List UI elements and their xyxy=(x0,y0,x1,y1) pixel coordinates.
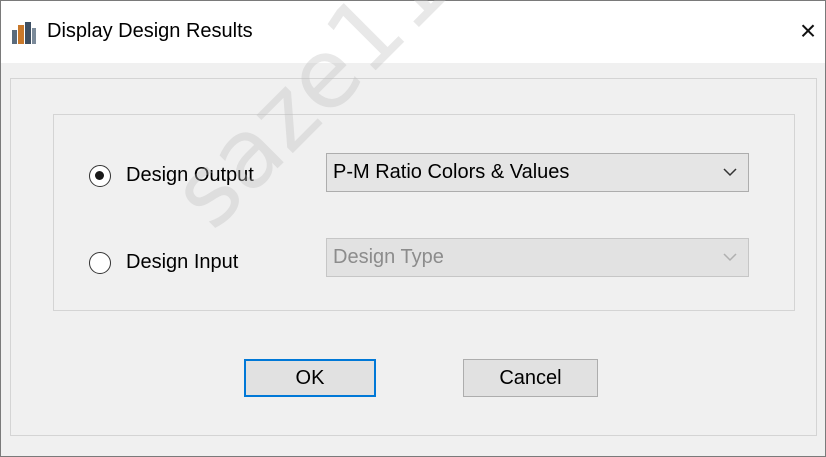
dialog-title: Display Design Results xyxy=(47,20,253,42)
cancel-button[interactable]: Cancel xyxy=(463,359,598,397)
design-input-option[interactable]: Design Input xyxy=(89,251,238,274)
design-output-radio[interactable] xyxy=(89,164,111,187)
design-input-label: Design Input xyxy=(126,251,239,273)
design-type-select: Design Type xyxy=(326,238,749,277)
options-group xyxy=(53,114,795,311)
close-icon: × xyxy=(799,15,817,46)
design-output-select[interactable]: P-M Ratio Colors & Values xyxy=(326,153,749,192)
design-type-select-value: Design Type xyxy=(333,246,444,268)
design-output-option[interactable]: Design Output xyxy=(89,164,254,187)
title-bar[interactable]: Display Design Results × xyxy=(1,1,825,63)
chevron-down-icon xyxy=(723,168,737,177)
ok-button[interactable]: OK xyxy=(244,359,376,397)
dialog-window: Display Design Results × Design Output P… xyxy=(0,0,826,457)
design-output-label: Design Output xyxy=(126,164,254,186)
design-input-radio[interactable] xyxy=(89,251,111,274)
chevron-down-icon xyxy=(723,253,737,262)
close-button[interactable]: × xyxy=(791,11,825,51)
design-output-select-value: P-M Ratio Colors & Values xyxy=(333,161,570,183)
app-icon xyxy=(12,22,36,44)
